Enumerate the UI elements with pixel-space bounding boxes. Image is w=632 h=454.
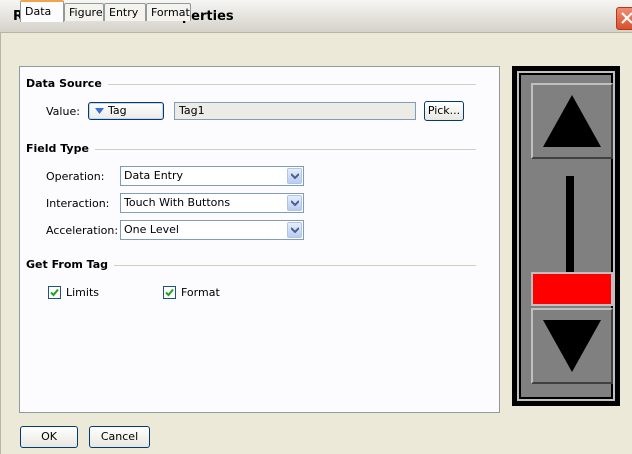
pick-button[interactable]: Pick...: [424, 101, 464, 121]
tab-format[interactable]: Format: [146, 3, 191, 21]
interaction-select[interactable]: Touch With Buttons: [120, 193, 304, 213]
tab-panel-data: Data Source Value: Tag Tag1 Pick... Fiel…: [19, 66, 500, 413]
acceleration-value: One Level: [124, 223, 179, 236]
tab-entry-label: Entry: [109, 6, 139, 19]
tag-dropdown-button[interactable]: Tag: [88, 102, 164, 120]
acceleration-label: Acceleration:: [46, 224, 119, 237]
value-field[interactable]: Tag1: [174, 102, 416, 120]
tag-button-label: Tag: [108, 104, 127, 117]
interaction-value: Touch With Buttons: [124, 196, 231, 209]
tab-figure[interactable]: Figure: [64, 3, 104, 21]
data-source-title: Data Source: [26, 77, 108, 90]
field-type-title: Field Type: [26, 142, 95, 155]
chevron-down-icon[interactable]: [287, 195, 302, 211]
tab-data[interactable]: Data: [20, 0, 64, 22]
operation-label: Operation:: [46, 170, 105, 183]
format-label: Format: [181, 286, 220, 299]
chevron-down-icon[interactable]: [287, 222, 302, 238]
tab-format-label: Format: [151, 6, 190, 19]
operation-select[interactable]: Data Entry: [120, 166, 304, 186]
operation-value: Data Entry: [124, 169, 184, 182]
slider-up-button[interactable]: [531, 83, 613, 159]
tab-data-label: Data: [25, 5, 52, 18]
section-divider: [28, 149, 476, 150]
checkmark-icon: [50, 288, 59, 297]
chevron-down-icon[interactable]: [287, 168, 302, 184]
slider-thumb[interactable]: [531, 272, 613, 306]
triangle-down-icon: [95, 108, 104, 114]
tab-figure-label: Figure: [69, 6, 103, 19]
down-arrow-icon: [543, 320, 601, 372]
close-icon: [621, 12, 632, 24]
get-from-tag-title: Get From Tag: [26, 258, 115, 271]
tab-entry[interactable]: Entry: [104, 3, 146, 21]
limits-checkbox[interactable]: [48, 286, 61, 299]
format-checkbox[interactable]: [163, 286, 176, 299]
slider-track[interactable]: [566, 176, 574, 272]
cancel-button[interactable]: Cancel: [89, 426, 150, 448]
close-button[interactable]: [616, 7, 632, 30]
interaction-label: Interaction:: [46, 197, 110, 210]
checkmark-icon: [165, 288, 174, 297]
acceleration-select[interactable]: One Level: [120, 220, 304, 240]
value-label: Value:: [46, 105, 80, 118]
ok-button[interactable]: OK: [20, 426, 78, 448]
up-arrow-icon: [543, 95, 601, 147]
limits-label: Limits: [66, 286, 99, 299]
slider-down-button[interactable]: [531, 308, 613, 384]
